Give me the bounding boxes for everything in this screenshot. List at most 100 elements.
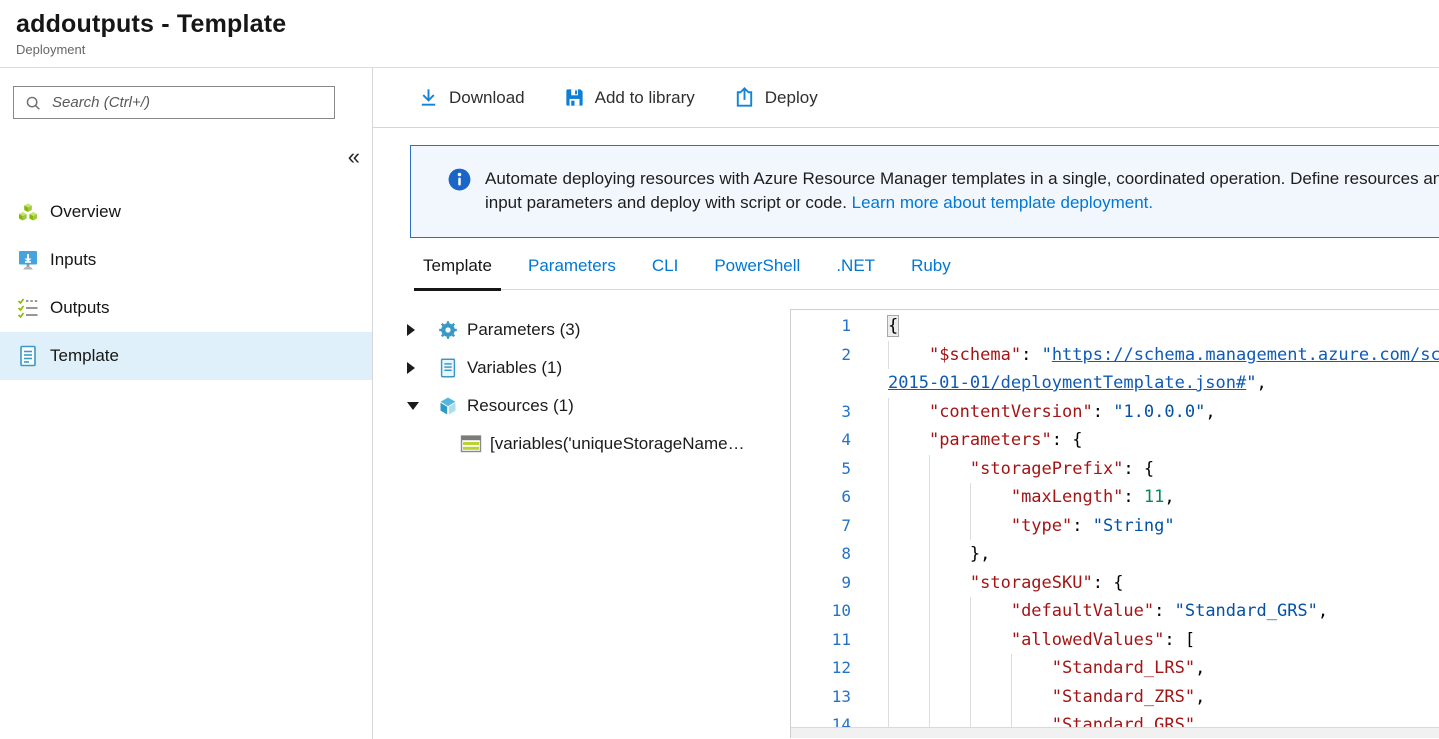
overview-cubes-icon <box>16 200 40 224</box>
chevron-right-icon[interactable] <box>407 362 435 374</box>
code-row: 12 "Standard_LRS", <box>791 654 1439 683</box>
main-panel: Download Add to library Deploy Automate de… <box>373 68 1439 739</box>
indent-guide-line <box>929 483 930 512</box>
add-to-library-button[interactable]: Add to library <box>561 82 697 113</box>
code-row: 2 "$schema": "https://schema.management.… <box>791 341 1439 370</box>
code-line[interactable]: "type": "String" <box>888 512 1175 541</box>
banner-line-1: Automate deploying resources with Azure … <box>485 167 1439 191</box>
collapse-sidebar-button[interactable]: « <box>344 144 364 170</box>
code-line[interactable]: "defaultValue": "Standard_GRS", <box>888 597 1328 626</box>
tree-item-label: Parameters (3) <box>467 320 580 340</box>
line-number: 8 <box>791 540 888 569</box>
line-number: 10 <box>791 597 888 626</box>
code-line[interactable]: "Standard_LRS", <box>888 654 1205 683</box>
code-line[interactable]: "maxLength": 11, <box>888 483 1175 512</box>
indent-guide-line <box>1011 683 1012 712</box>
deploy-icon <box>733 86 756 109</box>
indent-guide-line <box>929 683 930 712</box>
sidebar-item-overview[interactable]: Overview <box>0 188 372 236</box>
indent-guide-line <box>929 540 930 569</box>
indent-guide-line <box>970 483 971 512</box>
code-row: 9 "storageSKU": { <box>791 569 1439 598</box>
line-number: 9 <box>791 569 888 598</box>
learn-more-link[interactable]: Learn more about template deployment. <box>852 193 1153 212</box>
line-number: 2 <box>791 341 888 370</box>
horizontal-scrollbar[interactable] <box>791 727 1439 738</box>
document-icon <box>435 356 461 380</box>
code-line[interactable]: "storageSKU": { <box>888 569 1123 598</box>
tree-item-label: Resources (1) <box>467 396 574 416</box>
code-row: 4 "parameters": { <box>791 426 1439 455</box>
code-line[interactable]: "Standard_ZRS", <box>888 683 1205 712</box>
tree-item-label: Variables (1) <box>467 358 562 378</box>
indent-guide-line <box>888 426 889 455</box>
gear-icon <box>435 318 461 342</box>
tab-powershell[interactable]: PowerShell <box>714 250 800 289</box>
indent-guide-line <box>888 341 889 370</box>
tab-ruby[interactable]: Ruby <box>911 250 951 289</box>
tab-parameters[interactable]: Parameters <box>528 250 616 289</box>
page-title: addoutputs - Template <box>16 10 1439 39</box>
info-banner: Automate deploying resources with Azure … <box>410 145 1439 238</box>
indent-guide-line <box>970 683 971 712</box>
download-icon <box>417 86 440 109</box>
chevron-right-icon[interactable] <box>407 324 435 336</box>
sidebar-item-outputs[interactable]: Outputs <box>0 284 372 332</box>
indent-guide-line <box>970 512 971 541</box>
sidebar-item-label: Inputs <box>50 250 96 270</box>
line-number: 4 <box>791 426 888 455</box>
indent-guide-line <box>929 455 930 484</box>
tab-net[interactable]: .NET <box>836 250 875 289</box>
code-line[interactable]: 2015-01-01/deploymentTemplate.json#", <box>888 369 1267 398</box>
line-number <box>791 369 888 398</box>
sidebar-nav: Overview Inputs OutputsTemplate <box>0 188 372 380</box>
tree-item-resource-storage[interactable]: [variables('uniqueStorageName… <box>373 425 790 463</box>
indent-guide-line <box>888 540 889 569</box>
deploy-button[interactable]: Deploy <box>731 82 820 113</box>
indent-guide-line <box>888 398 889 427</box>
sidebar-item-template[interactable]: Template <box>0 332 372 380</box>
indent-guide-line <box>929 654 930 683</box>
code-row: 8 }, <box>791 540 1439 569</box>
code-row: 5 "storagePrefix": { <box>791 455 1439 484</box>
chevron-down-icon[interactable] <box>407 402 435 410</box>
outputs-checklist-icon <box>16 296 40 320</box>
indent-guide-line <box>1011 654 1012 683</box>
code-editor[interactable]: 1{2 "$schema": "https://schema.managemen… <box>790 309 1439 738</box>
indent-guide-line <box>888 626 889 655</box>
indent-guide-line <box>888 654 889 683</box>
code-line[interactable]: { <box>888 312 898 341</box>
indent-guide-line <box>888 512 889 541</box>
tab-cli[interactable]: CLI <box>652 250 678 289</box>
template-tree: Parameters (3) Variables (1) Resources (1)… <box>373 309 790 738</box>
search-input[interactable] <box>50 93 334 112</box>
line-number: 1 <box>791 312 888 341</box>
line-number: 11 <box>791 626 888 655</box>
code-line[interactable]: "contentVersion": "1.0.0.0", <box>888 398 1216 427</box>
indent-guide-line <box>929 626 930 655</box>
line-number: 5 <box>791 455 888 484</box>
line-number: 13 <box>791 683 888 712</box>
indent-guide-line <box>888 597 889 626</box>
indent-guide-line <box>970 654 971 683</box>
code-line[interactable]: "allowedValues": [ <box>888 626 1195 655</box>
tab-template[interactable]: Template <box>423 250 492 289</box>
indent-guide-line <box>970 597 971 626</box>
storage-icon <box>458 432 484 456</box>
tree-item-resources[interactable]: Resources (1) <box>373 387 790 425</box>
code-line[interactable]: "$schema": "https://schema.management.az… <box>888 341 1439 370</box>
indent-guide-line <box>888 483 889 512</box>
code-line[interactable]: "storagePrefix": { <box>888 455 1154 484</box>
indent-guide-line <box>929 569 930 598</box>
code-line[interactable]: "parameters": { <box>888 426 1083 455</box>
tree-item-parameters[interactable]: Parameters (3) <box>373 311 790 349</box>
tree-item-label: [variables('uniqueStorageName… <box>490 434 745 454</box>
inputs-monitor-icon <box>16 248 40 272</box>
download-button[interactable]: Download <box>415 82 527 113</box>
code-line[interactable]: }, <box>888 540 990 569</box>
tree-item-variables[interactable]: Variables (1) <box>373 349 790 387</box>
line-number: 3 <box>791 398 888 427</box>
sidebar: « Overview Inputs OutputsTemplate <box>0 68 373 739</box>
line-number: 6 <box>791 483 888 512</box>
sidebar-item-inputs[interactable]: Inputs <box>0 236 372 284</box>
